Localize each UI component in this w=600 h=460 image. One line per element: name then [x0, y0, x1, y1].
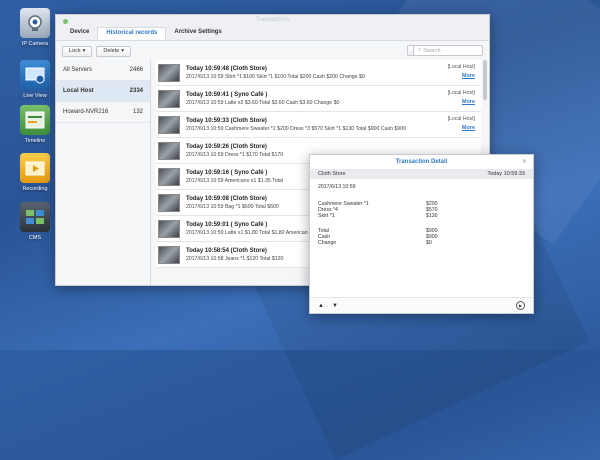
lock-button-label: Lock [69, 48, 81, 54]
snapshot-thumbnail[interactable] [158, 89, 180, 108]
dialog-title: Transaction Detail [395, 159, 448, 165]
snapshot-thumbnail[interactable] [158, 219, 180, 238]
desktop-icon-label: IP Camera [21, 41, 49, 47]
snapshot-thumbnail[interactable] [158, 167, 180, 186]
desktop-icon-ip-camera[interactable]: IP Camera [12, 8, 58, 47]
sidebar-item-all-servers[interactable]: All Servers 2466 [56, 60, 150, 81]
record-source: [Local Host] [447, 64, 475, 70]
sidebar-item-local-host[interactable]: Local Host 2334 [56, 81, 150, 102]
detail-footer: ▲ ▼ ▶ [310, 297, 533, 313]
search-placeholder: Search [423, 47, 441, 54]
desktop-icon-live-view[interactable]: Live View [12, 60, 58, 99]
detail-item-name: Skirt *1 [318, 213, 335, 219]
detail-item-value: $130 [426, 213, 438, 219]
server-sidebar: All Servers 2466 Local Host 2334 Howard-NV… [56, 60, 151, 285]
close-icon[interactable]: ✕ [522, 155, 527, 169]
arrow-up-icon[interactable]: ▲ [318, 303, 324, 309]
sidebar-item-count: 2466 [129, 67, 143, 73]
lock-button[interactable]: Lock ▾ [62, 45, 93, 57]
timeline-icon [20, 105, 50, 135]
list-item[interactable]: Today 10:59:33 (Cloth Store) 2017/6/13 10… [156, 112, 481, 138]
desktop-icon-label: CMS [28, 235, 42, 241]
snapshot-thumbnail[interactable] [158, 245, 180, 264]
chevron-down-icon: ▾ [121, 48, 125, 54]
detail-total-line: Change $0 [318, 240, 525, 246]
sidebar-item-count: 132 [132, 109, 143, 115]
detail-time: Today 10:59:33 [487, 171, 525, 177]
record-source: [Local Host] [447, 116, 475, 122]
list-item[interactable]: Today 10:59:48 (Cloth Store) 2017/6/13 10… [156, 60, 481, 86]
chevron-down-icon: ▾ [82, 48, 86, 54]
record-header: Today 10:59:41 ( Syno Café ) [186, 91, 268, 98]
record-header: Today 10:59:26 (Cloth Store) [186, 143, 267, 150]
ip-camera-icon [20, 8, 50, 38]
toolbar: Lock▾ Delete▾ ☰▾ ⌕Search [56, 42, 489, 60]
live-view-icon [20, 60, 50, 90]
record-line: 2017/6/13 10:59 Latte x2 $3.60 Total $3.… [186, 99, 340, 106]
search-input[interactable]: ⌕ Search [413, 45, 483, 56]
record-line: 2017/6/13 10:59 Shirt *1 $100 Skirt *1 $… [186, 73, 365, 80]
more-link[interactable]: More [462, 99, 475, 105]
sidebar-item-label: All Servers [63, 67, 93, 73]
record-header: Today 10:59:33 (Cloth Store) [186, 117, 267, 124]
tab-archive-settings[interactable]: Archive Settings [166, 27, 229, 40]
cms-icon [20, 202, 50, 232]
sidebar-item-howard-nvr216[interactable]: Howard-NVR216 132 [56, 102, 150, 123]
transaction-detail-dialog: Transaction Detail ✕ Cloth Store Today 1… [309, 154, 534, 314]
desktop-icon-timeline[interactable]: Timeline [12, 105, 58, 144]
detail-date-line: 2017/6/13 10:59 [318, 184, 356, 190]
snapshot-thumbnail[interactable] [158, 115, 180, 134]
snapshot-thumbnail[interactable] [158, 193, 180, 212]
sidebar-item-count: 2334 [129, 88, 143, 94]
arrow-down-icon[interactable]: ▼ [332, 303, 338, 309]
tab-bar: Device Historical records Archive Settin… [56, 27, 489, 41]
search-icon: ⌕ [418, 47, 422, 53]
snapshot-thumbnail[interactable] [158, 63, 180, 82]
tab-device[interactable]: Device [62, 27, 97, 40]
recording-icon [20, 153, 50, 183]
detail-total-name: Change [318, 240, 337, 246]
detail-body: 2017/6/13 10:59 Cashmere Sweater *1 $200 … [310, 179, 533, 251]
detail-store: Cloth Store [318, 171, 346, 177]
record-header: Today 10:59:48 (Cloth Store) [186, 65, 267, 72]
window-title: Transactions [255, 17, 290, 23]
sidebar-item-label: Howard-NVR216 [63, 109, 109, 115]
desktop-icon-label: Timeline [24, 138, 46, 144]
desktop-icon-recording[interactable]: Recording [12, 153, 58, 192]
detail-total-value: $0 [426, 240, 432, 246]
more-link[interactable]: More [462, 125, 475, 131]
delete-button-label: Delete [103, 48, 120, 54]
more-link[interactable]: More [462, 73, 475, 79]
desktop-icon-cms[interactable]: CMS [12, 202, 58, 241]
dialog-titlebar[interactable]: Transaction Detail ✕ [310, 155, 533, 169]
record-source: [Local Host] [447, 90, 475, 96]
list-scrollbar[interactable] [483, 60, 487, 100]
desktop-icon-label: Recording [22, 186, 48, 192]
sidebar-item-label: Local Host [63, 88, 94, 94]
delete-button[interactable]: Delete ▾ [96, 45, 132, 57]
detail-item-line: Skirt *1 $130 [318, 213, 525, 219]
tab-historical-records[interactable]: Historical records [97, 27, 167, 40]
desktop-icon-label: Live View [23, 93, 47, 99]
snapshot-thumbnail[interactable] [158, 141, 180, 160]
list-item[interactable]: Today 10:59:41 ( Syno Café ) 2017/6/13 10… [156, 86, 481, 112]
record-line: 2017/6/13 10:59 Cashmere Sweater *1 $200… [186, 125, 406, 132]
play-icon[interactable]: ▶ [516, 301, 525, 310]
detail-header: Cloth Store Today 10:59:33 [310, 169, 533, 179]
